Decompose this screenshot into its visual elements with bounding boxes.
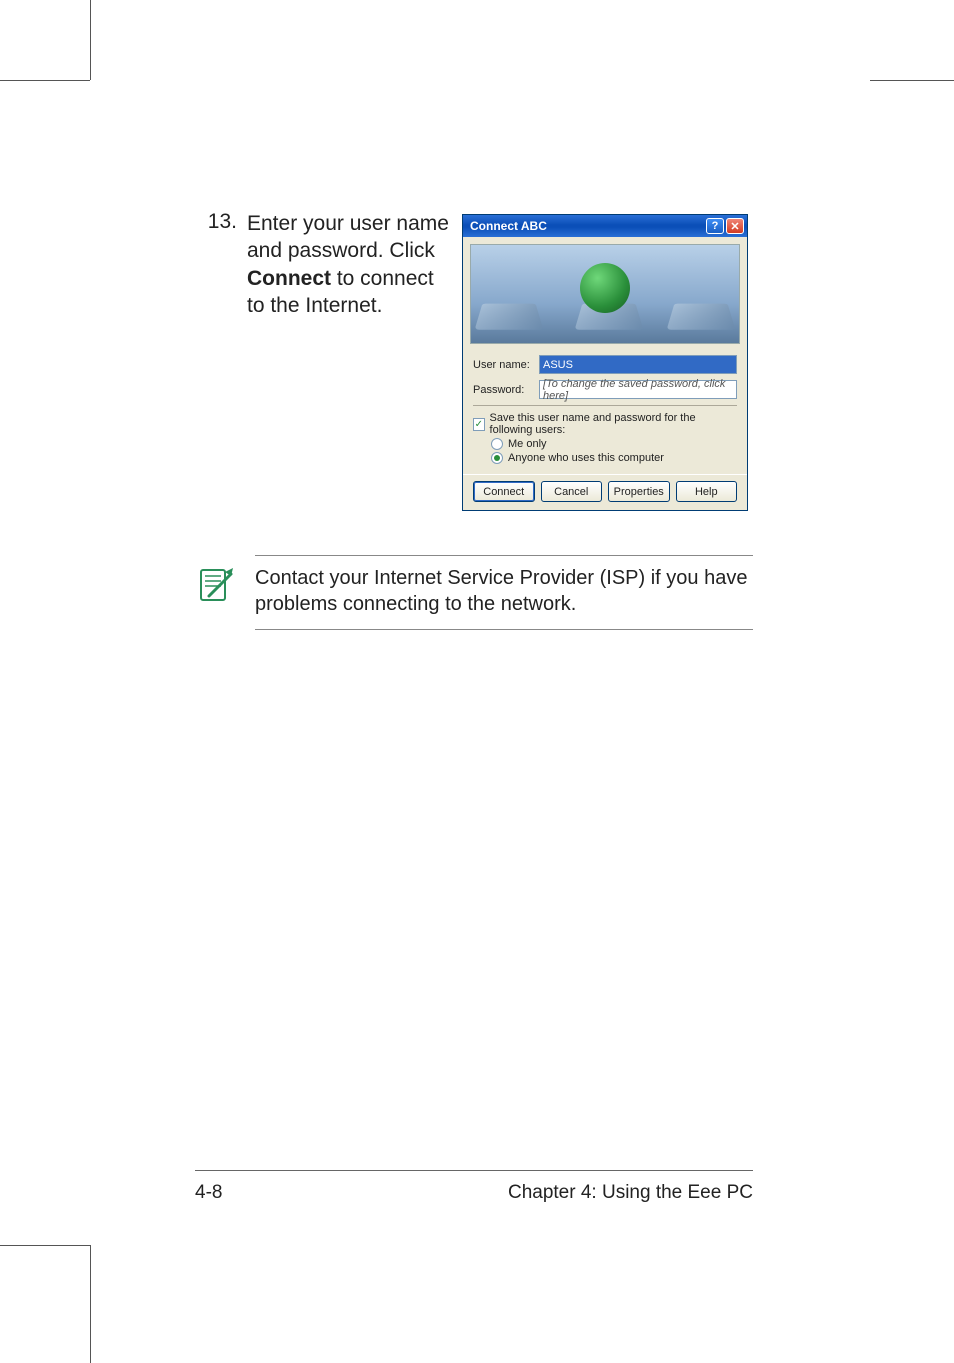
note-block: Contact your Internet Service Provider (… (195, 555, 753, 630)
save-credentials-label: Save this user name and password for the… (490, 412, 737, 436)
help-button[interactable]: Help (676, 481, 738, 502)
step-text-bold: Connect (247, 267, 331, 290)
page-frame-line (90, 1245, 91, 1363)
password-input[interactable]: [To change the saved password, click her… (539, 380, 737, 399)
note-text: Contact your Internet Service Provider (… (255, 566, 753, 617)
save-credentials-checkbox[interactable]: ✓ (473, 418, 485, 431)
close-icon: ✕ (730, 220, 739, 233)
radio-anyone[interactable] (491, 452, 503, 464)
dialog-title: Connect ABC (470, 219, 547, 233)
chapter-title: Chapter 4: Using the Eee PC (508, 1182, 753, 1204)
dialog-titlebar: Connect ABC ? ✕ (463, 215, 747, 237)
page-frame-line (870, 80, 954, 81)
connect-button[interactable]: Connect (473, 481, 535, 502)
connect-dialog: Connect ABC ? ✕ User name: ASUS Password… (462, 214, 748, 511)
dialog-banner-image (470, 244, 740, 344)
divider (255, 629, 753, 630)
password-label: Password: (473, 384, 539, 396)
username-label: User name: (473, 359, 539, 371)
properties-button[interactable]: Properties (608, 481, 670, 502)
titlebar-close-button[interactable]: ✕ (726, 218, 744, 234)
footer-rule (195, 1170, 753, 1171)
cancel-button[interactable]: Cancel (541, 481, 603, 502)
username-input[interactable]: ASUS (539, 355, 737, 374)
globe-icon (580, 263, 630, 313)
page-footer: 4-8 Chapter 4: Using the Eee PC (195, 1182, 753, 1204)
divider (473, 405, 737, 406)
page-frame-line (0, 80, 90, 81)
laptop-icon (667, 304, 736, 330)
step-text-before: Enter your user name and password. Click (247, 212, 449, 262)
radio-anyone-label: Anyone who uses this computer (508, 452, 664, 464)
help-icon: ? (712, 220, 719, 232)
page-number: 4-8 (195, 1182, 222, 1204)
page-frame-line (0, 1245, 90, 1246)
step-text: Enter your user name and password. Click… (247, 210, 457, 319)
step-number: 13. (195, 210, 237, 319)
laptop-icon (475, 304, 544, 330)
note-icon (195, 566, 235, 606)
radio-me-only[interactable] (491, 438, 503, 450)
titlebar-help-button[interactable]: ? (706, 218, 724, 234)
radio-me-only-label: Me only (508, 438, 547, 450)
page-frame-line (90, 0, 91, 80)
